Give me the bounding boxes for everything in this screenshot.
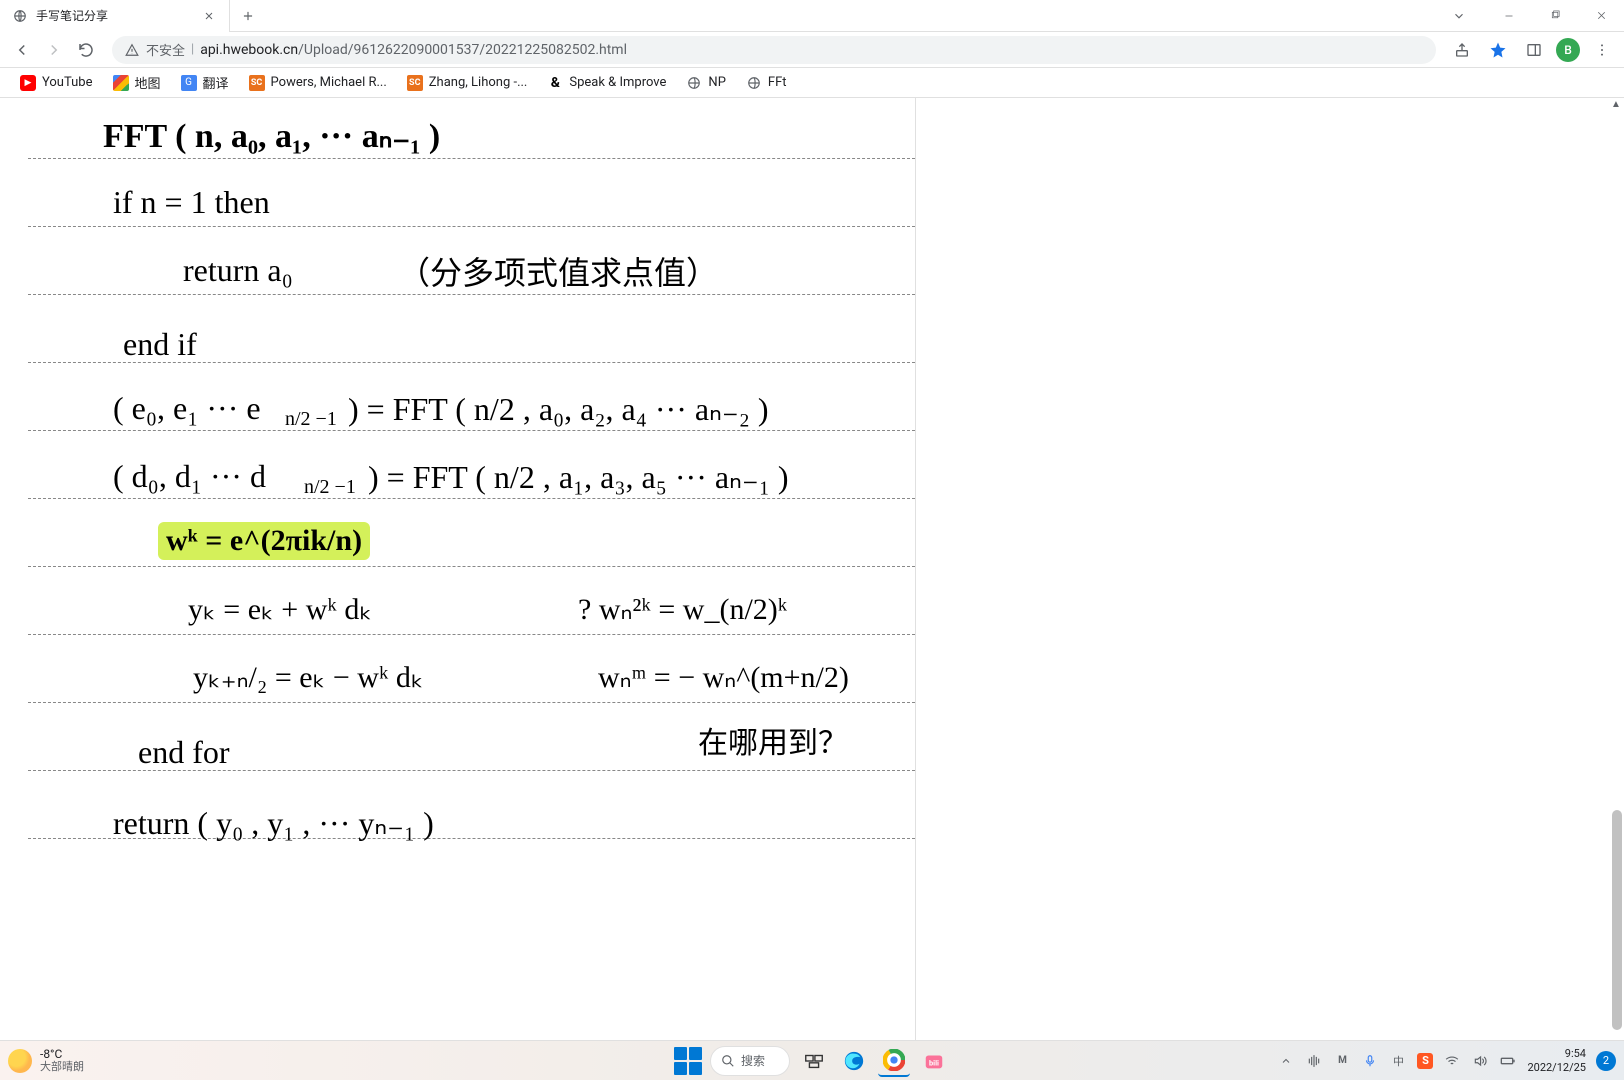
note-line-8: yₖ = eₖ + wᵏ dₖ <box>188 592 372 627</box>
bookmarks-bar: ▶ YouTube 地图 G 翻译 SC Powers, Michael R..… <box>0 68 1624 98</box>
language-icon[interactable]: 中 <box>1389 1052 1407 1070</box>
security-label: 不安全 <box>146 40 185 59</box>
note-line-9: yₖ₊ₙ/₂ = eₖ − wᵏ dₖ <box>193 660 424 695</box>
forward-button[interactable] <box>40 36 68 64</box>
handwritten-notes-page: FFT ( n, a₀, a₁, ··· aₙ₋₁ ) if n = 1 the… <box>28 98 916 1040</box>
youtube-icon: ▶ <box>20 75 36 91</box>
bookmark-np[interactable]: NP <box>678 70 733 96</box>
task-view-icon[interactable] <box>798 1045 830 1077</box>
url-path: /Upload/9612622090001537/20221225082502.… <box>298 42 627 58</box>
window-titlebar: 手写笔记分享 <box>0 0 1624 32</box>
clock-time: 9:54 <box>1565 1047 1586 1060</box>
bookmark-star-icon[interactable] <box>1484 36 1512 64</box>
note-line-9-right: wₙᵐ = − wₙ^(m+n/2) <box>598 660 849 695</box>
start-button[interactable] <box>674 1047 702 1075</box>
ime-icon[interactable]: M <box>1333 1052 1351 1070</box>
note-line-10: end for <box>138 734 230 771</box>
close-window-button[interactable] <box>1578 0 1624 32</box>
taskbar-clock[interactable]: 9:54 2022/12/25 <box>1527 1047 1586 1073</box>
ampersand-icon: & <box>547 75 563 91</box>
bilibili-icon[interactable]: bili <box>918 1045 950 1077</box>
note-line-2: if n = 1 then <box>113 184 270 221</box>
network-icon[interactable] <box>1305 1052 1323 1070</box>
wifi-icon[interactable] <box>1443 1052 1461 1070</box>
note-line-1: FFT ( n, a₀, a₁, ··· aₙ₋₁ ) <box>103 116 440 156</box>
bookmark-fft[interactable]: FFt <box>738 70 795 96</box>
notification-badge[interactable]: 2 <box>1596 1051 1616 1071</box>
scrollbar-thumb[interactable] <box>1612 810 1622 1030</box>
chevron-down-icon[interactable] <box>1436 0 1482 32</box>
note-line-6b: ) = FFT ( n/2 , a₁, a₃, a₅ ··· aₙ₋₁ ) <box>368 458 789 496</box>
volume-icon[interactable] <box>1471 1052 1489 1070</box>
note-line-7-highlighted: wᵏ = e^(2πik/n) <box>158 522 370 560</box>
sc-icon: SC <box>407 75 423 91</box>
address-bar: 不安全 | api.hwebook.cn /Upload/96126220900… <box>0 32 1624 68</box>
edge-icon[interactable] <box>838 1045 870 1077</box>
clock-date: 2022/12/25 <box>1527 1061 1586 1074</box>
warning-icon <box>124 42 140 58</box>
search-icon <box>721 1054 735 1068</box>
note-line-3: return a₀ <box>183 252 293 289</box>
vertical-scrollbar[interactable]: ▲ <box>1610 98 1622 1040</box>
bookmark-zhang[interactable]: SC Zhang, Lihong -... <box>399 70 536 96</box>
maps-icon <box>113 75 129 91</box>
profile-avatar[interactable]: B <box>1556 38 1580 62</box>
note-line-3-comment: （分多项式值求点值） <box>398 248 718 294</box>
share-icon[interactable] <box>1448 36 1476 64</box>
taskbar-search[interactable]: 搜索 <box>710 1046 790 1076</box>
windows-taskbar: -8°C 大部晴朗 搜索 bili M 中 <box>0 1040 1624 1080</box>
side-panel-icon[interactable] <box>1520 36 1548 64</box>
note-line-6a: ( d₀, d₁ ··· d <box>113 458 266 495</box>
note-line-5-sub: n/2 −1 <box>285 408 337 431</box>
back-button[interactable] <box>8 36 36 64</box>
url-host: api.hwebook.cn <box>200 42 298 58</box>
reload-button[interactable] <box>72 36 100 64</box>
scroll-up-arrow[interactable]: ▲ <box>1610 98 1622 110</box>
url-separator: | <box>191 42 194 57</box>
page-viewport[interactable]: FFT ( n, a₀, a₁, ··· aₙ₋₁ ) if n = 1 the… <box>0 98 1624 1040</box>
new-tab-button[interactable] <box>234 2 262 30</box>
system-tray: M 中 S 9:54 2022/12/25 2 <box>1277 1047 1616 1073</box>
globe-icon <box>746 75 762 91</box>
minimize-button[interactable] <box>1486 0 1532 32</box>
bookmark-powers[interactable]: SC Powers, Michael R... <box>241 70 395 96</box>
maximize-button[interactable] <box>1532 0 1578 32</box>
tab-title: 手写笔记分享 <box>36 7 201 24</box>
note-line-11: return ( y₀ , y₁ , ··· yₙ₋₁ ) <box>113 804 434 842</box>
globe-icon <box>686 75 702 91</box>
note-line-4: end if <box>123 326 197 363</box>
note-line-6-sub: n/2 −1 <box>304 476 356 499</box>
mic-icon[interactable] <box>1361 1052 1379 1070</box>
note-line-5b: ) = FFT ( n/2 , a₀, a₂, a₄ ··· aₙ₋₂ ) <box>348 390 769 428</box>
bookmark-youtube[interactable]: ▶ YouTube <box>12 70 101 96</box>
close-icon[interactable] <box>201 8 217 24</box>
chrome-icon[interactable] <box>878 1045 910 1077</box>
browser-tab[interactable]: 手写笔记分享 <box>0 0 230 32</box>
tray-chevron-icon[interactable] <box>1277 1052 1295 1070</box>
note-line-8-right: ? wₙ²ᵏ = w_(n/2)ᵏ <box>578 592 787 627</box>
note-line-5a: ( e₀, e₁ ··· e <box>113 390 261 427</box>
weather-desc: 大部晴朗 <box>40 1061 84 1073</box>
sun-icon <box>8 1049 32 1073</box>
translate-icon: G <box>181 75 197 91</box>
battery-icon[interactable] <box>1499 1052 1517 1070</box>
bookmark-translate[interactable]: G 翻译 <box>173 70 237 96</box>
globe-icon <box>12 8 28 24</box>
bookmark-speak[interactable]: & Speak & Improve <box>539 70 674 96</box>
url-input[interactable]: 不安全 | api.hwebook.cn /Upload/96126220900… <box>112 36 1436 64</box>
weather-widget[interactable]: -8°C 大部晴朗 <box>8 1048 84 1073</box>
sogou-icon[interactable]: S <box>1417 1053 1433 1069</box>
search-label: 搜索 <box>741 1052 765 1069</box>
menu-icon[interactable] <box>1588 36 1616 64</box>
svg-text:bili: bili <box>929 1058 939 1067</box>
window-controls <box>1436 0 1624 32</box>
note-line-10-right: 在哪用到？ <box>698 718 848 762</box>
taskbar-center: 搜索 bili <box>674 1045 950 1077</box>
bookmark-maps[interactable]: 地图 <box>105 70 169 96</box>
sc-icon: SC <box>249 75 265 91</box>
